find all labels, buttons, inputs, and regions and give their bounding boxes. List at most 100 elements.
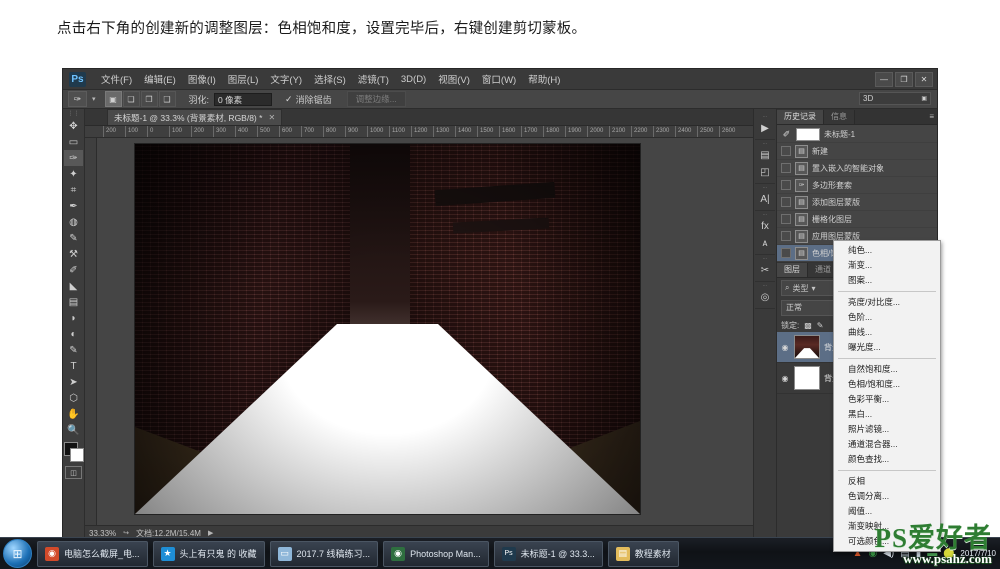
- background-color-swatch[interactable]: [70, 448, 84, 462]
- lasso-tool[interactable]: ✑: [64, 150, 83, 166]
- menu-item-10[interactable]: 帮助(H): [522, 70, 566, 88]
- context-menu-item[interactable]: 曝光度...: [834, 340, 940, 355]
- context-menu-item[interactable]: 照片滤镜...: [834, 422, 940, 437]
- context-menu-item[interactable]: 可选颜色...: [834, 534, 940, 549]
- new-adjustment-layer-context-menu[interactable]: 纯色... 渐变... 图案... 亮度/对比度... 色阶... 曲线... 曝光度...…: [833, 240, 941, 552]
- horizontal-ruler[interactable]: 200 100 0 100 200 300 400 500 600 700 800 900 1000 11…: [85, 126, 753, 138]
- history-state-box[interactable]: [781, 197, 791, 207]
- history-tab-0[interactable]: 信息: [824, 110, 855, 124]
- chevron-down-icon[interactable]: ▾: [92, 95, 96, 103]
- selection-mode-1[interactable]: ❏: [122, 91, 140, 107]
- status-expand-icon[interactable]: ▶: [208, 529, 213, 537]
- history-state-box[interactable]: [781, 231, 791, 241]
- quick-mask-icon[interactable]: ◫: [65, 466, 82, 479]
- taskbar-button[interactable]: Ps 未标题-1 @ 33.3...: [493, 540, 603, 567]
- taskbar-button[interactable]: ★ 头上有只鬼 的 收藏: [152, 540, 265, 567]
- chevron-down-icon[interactable]: ▾: [811, 284, 815, 293]
- history-item[interactable]: ▤ 添加图层蒙版: [777, 194, 937, 211]
- clock[interactable]: 2017/7/10: [960, 549, 996, 559]
- start-button[interactable]: ⊞: [3, 539, 32, 568]
- eraser-tool[interactable]: ◣: [64, 278, 83, 294]
- history-item[interactable]: ✑ 多边形套索: [777, 177, 937, 194]
- context-menu-item[interactable]: 颜色查找...: [834, 452, 940, 467]
- pen-tool[interactable]: ✎: [64, 342, 83, 358]
- menu-item-9[interactable]: 窗口(W): [476, 70, 522, 88]
- menu-item-3[interactable]: 图层(L): [222, 70, 265, 88]
- selection-mode-3[interactable]: ❑: [158, 91, 176, 107]
- quick-selection-tool[interactable]: ✦: [64, 166, 83, 182]
- character-icon[interactable]: A|: [756, 191, 775, 208]
- context-menu-item[interactable]: 色相/饱和度...: [834, 377, 940, 392]
- workspace-selector[interactable]: 3D ▣: [859, 92, 931, 105]
- spot-healing-tool[interactable]: ◍: [64, 214, 83, 230]
- artwork-alley-image[interactable]: [135, 144, 640, 514]
- menu-item-5[interactable]: 选择(S): [308, 70, 352, 88]
- dodge-tool[interactable]: ◐: [64, 326, 83, 342]
- vertical-ruler[interactable]: [85, 138, 97, 525]
- context-menu-item[interactable]: 渐变...: [834, 258, 940, 273]
- taskbar-button[interactable]: ◉ Photoshop Man...: [383, 540, 489, 567]
- styles-icon[interactable]: fx: [756, 218, 775, 235]
- lock-transparency-icon[interactable]: ▩: [804, 321, 812, 330]
- menu-item-1[interactable]: 编辑(E): [138, 70, 182, 88]
- gradient-tool[interactable]: ▤: [64, 294, 83, 310]
- eye-icon[interactable]: ◉: [780, 343, 790, 352]
- history-state-box[interactable]: [781, 214, 791, 224]
- menu-item-2[interactable]: 图像(I): [182, 70, 222, 88]
- lasso-icon[interactable]: ✑: [68, 91, 87, 107]
- crop-tool[interactable]: ⌗: [64, 182, 83, 198]
- context-menu-item[interactable]: 阈值...: [834, 504, 940, 519]
- minimize-button[interactable]: —: [875, 72, 893, 87]
- menu-item-7[interactable]: 3D(D): [395, 72, 432, 87]
- context-menu-item[interactable]: 图案...: [834, 273, 940, 288]
- history-state-box[interactable]: [781, 163, 791, 173]
- context-menu-item[interactable]: 自然饱和度...: [834, 362, 940, 377]
- context-menu-item[interactable]: 通道混合器...: [834, 437, 940, 452]
- context-menu-item[interactable]: 纯色...: [834, 243, 940, 258]
- close-button[interactable]: ✕: [915, 72, 933, 87]
- clone-stamp-tool[interactable]: ⚒: [64, 246, 83, 262]
- context-menu-item[interactable]: 亮度/对比度...: [834, 295, 940, 310]
- context-menu-item[interactable]: 色阶...: [834, 310, 940, 325]
- color-swatches[interactable]: [64, 442, 84, 462]
- history-state-box[interactable]: [781, 180, 791, 190]
- canvas[interactable]: [97, 138, 753, 525]
- zoom-tool[interactable]: 🔍: [64, 422, 83, 438]
- context-menu-item[interactable]: 色彩平衡...: [834, 392, 940, 407]
- history-brush-tool[interactable]: ✐: [64, 262, 83, 278]
- hand-tool[interactable]: ✋: [64, 406, 83, 422]
- panel-menu-icon[interactable]: ≡: [929, 112, 934, 121]
- eye-icon[interactable]: ◉: [780, 374, 790, 383]
- context-menu-item[interactable]: 黑白...: [834, 407, 940, 422]
- history-snapshot-row[interactable]: ✐ 未标题-1: [777, 126, 937, 143]
- menu-item-4[interactable]: 文字(Y): [264, 70, 308, 88]
- history-tab-1[interactable]: 历史记录: [777, 110, 824, 124]
- context-menu-item[interactable]: 色调分离...: [834, 489, 940, 504]
- shape-tool[interactable]: ⬡: [64, 390, 83, 406]
- properties-icon[interactable]: ▤: [756, 147, 775, 164]
- menu-item-8[interactable]: 视图(V): [432, 70, 476, 88]
- adjustments-icon[interactable]: ◰: [756, 164, 775, 181]
- library-icon[interactable]: ◎: [756, 289, 775, 306]
- update-icon[interactable]: ⬤: [943, 548, 954, 559]
- antialias-checkbox[interactable]: ✓ 消除锯齿: [285, 93, 332, 106]
- selection-mode-2[interactable]: ❐: [140, 91, 158, 107]
- blur-tool[interactable]: ◗: [64, 310, 83, 326]
- feather-input[interactable]: 0 像素: [214, 92, 273, 106]
- history-item[interactable]: ▤ 栅格化图层: [777, 211, 937, 228]
- taskbar-button[interactable]: ▤ 教程素材: [607, 540, 679, 567]
- taskbar-button[interactable]: ◉ 电脑怎么截屏_电...: [37, 540, 148, 567]
- document-tab[interactable]: 未标题-1 @ 33.3% (背景素材, RGB/8) * ✕: [107, 109, 283, 125]
- tools-drag-handle[interactable]: ⋮⋮: [68, 111, 80, 118]
- close-icon[interactable]: ✕: [268, 113, 275, 122]
- refine-edge-button[interactable]: 调整边缘...: [346, 91, 406, 107]
- scissors-icon[interactable]: ✂: [756, 262, 775, 279]
- selection-mode-0[interactable]: ▣: [104, 91, 122, 107]
- layers-tab-1[interactable]: 图层: [777, 263, 808, 277]
- context-menu-item[interactable]: 反相: [834, 474, 940, 489]
- actions-icon[interactable]: ᴀ: [756, 235, 775, 252]
- menu-item-0[interactable]: 文件(F): [95, 70, 138, 88]
- history-state-box[interactable]: [781, 146, 791, 156]
- taskbar-button[interactable]: ▭ 2017.7 线稿练习...: [269, 540, 379, 567]
- history-item[interactable]: ▤ 置入嵌入的智能对象: [777, 160, 937, 177]
